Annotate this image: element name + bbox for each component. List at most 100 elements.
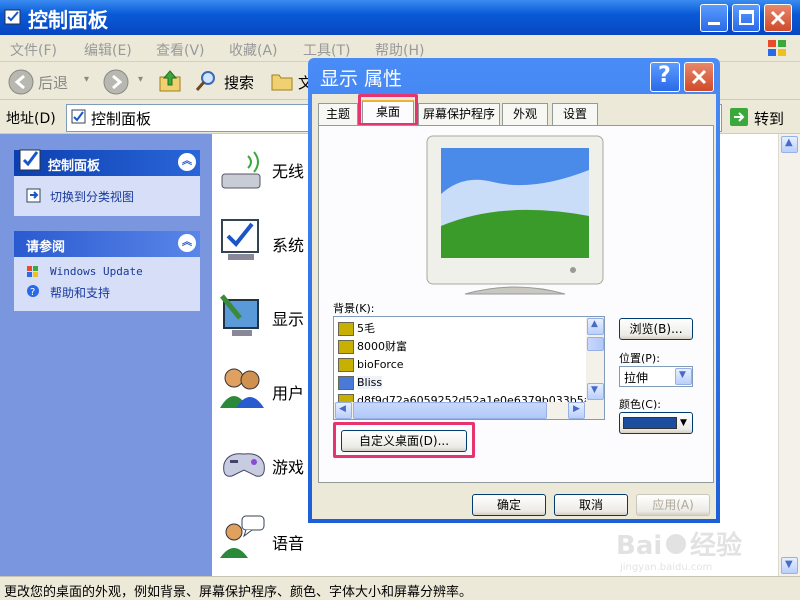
- chevron-down-icon: ▼: [591, 385, 598, 395]
- switch-view-icon: [26, 188, 41, 203]
- menu-tools[interactable]: 工具(T): [303, 40, 350, 60]
- content-item-users[interactable]: 用户: [272, 380, 304, 404]
- monitor-preview: [426, 135, 604, 285]
- chevron-down-icon: ▼: [680, 418, 687, 428]
- search-icon[interactable]: [194, 69, 218, 93]
- chevron-left-icon: ◀: [339, 404, 346, 414]
- display-icon: [220, 294, 259, 336]
- list-scroll-thumb[interactable]: [587, 337, 604, 351]
- list-scroll-left-button[interactable]: ◀: [335, 402, 352, 419]
- list-hscroll-thumb[interactable]: [353, 402, 547, 419]
- tab-themes[interactable]: 主题: [318, 103, 358, 125]
- list-item[interactable]: 8000财富: [338, 338, 407, 355]
- svg-text:Bai: Bai: [616, 531, 662, 561]
- close-icon: [691, 69, 707, 85]
- color-label: 颜色(C):: [619, 398, 661, 411]
- bmp-file-icon: [338, 376, 354, 390]
- windows-update-icon: [27, 266, 38, 277]
- tab-settings[interactable]: 设置: [552, 103, 598, 125]
- list-vertical-scrollbar[interactable]: ▲ ▼: [586, 317, 604, 403]
- switch-to-category-view-link[interactable]: 切换到分类视图: [50, 188, 134, 205]
- jpg-file-icon: [338, 340, 354, 354]
- control-panel-small-icon: [71, 109, 86, 124]
- windows-update-link[interactable]: Windows Update: [50, 265, 143, 278]
- collapse-chevron-icon[interactable]: ︽: [178, 234, 196, 252]
- menu-file[interactable]: 文件(F): [10, 40, 57, 60]
- go-button[interactable]: 转到: [754, 108, 784, 129]
- list-item[interactable]: 5毛: [338, 320, 375, 337]
- control-panel-task-panel: 控制面板 ︽ 切换到分类视图: [14, 149, 200, 216]
- position-dropdown-button[interactable]: ▼: [675, 368, 692, 385]
- ok-button[interactable]: 确定: [472, 494, 546, 516]
- maximize-button[interactable]: [732, 4, 760, 32]
- back-dropdown-icon[interactable]: ▾: [84, 74, 89, 85]
- position-label: 位置(P):: [619, 352, 660, 365]
- menu-edit[interactable]: 编辑(E): [84, 40, 132, 60]
- list-item-label: bioForce: [357, 358, 404, 371]
- list-item-selected[interactable]: Bliss: [338, 374, 383, 391]
- back-icon[interactable]: [8, 69, 34, 95]
- main-vertical-scrollbar[interactable]: ▲ ▼: [778, 134, 800, 576]
- search-button[interactable]: 搜索: [224, 72, 254, 93]
- close-button[interactable]: [764, 4, 792, 32]
- system-icon: [221, 219, 259, 260]
- background-label: 背景(K):: [333, 302, 375, 315]
- menu-view[interactable]: 查看(V): [156, 40, 205, 60]
- menu-help[interactable]: 帮助(H): [375, 40, 424, 60]
- svg-text:jingyan.baidu.com: jingyan.baidu.com: [619, 562, 712, 573]
- tab-appearance[interactable]: 外观: [502, 103, 548, 125]
- back-button[interactable]: 后退: [38, 72, 68, 93]
- go-icon[interactable]: [730, 108, 748, 126]
- content-item-system[interactable]: 系统: [272, 232, 304, 256]
- forward-icon[interactable]: [103, 69, 129, 95]
- content-item-display[interactable]: 显示: [272, 306, 304, 330]
- see-also-title: 请参阅: [26, 240, 66, 255]
- svg-text:经验: 经验: [690, 530, 742, 561]
- dialog-help-button[interactable]: ?: [650, 62, 680, 92]
- menu-favorites[interactable]: 收藏(A): [229, 40, 278, 60]
- cancel-button[interactable]: 取消: [554, 494, 628, 516]
- content-item-speech[interactable]: 语音: [272, 530, 304, 554]
- help-and-support-link[interactable]: 帮助和支持: [50, 284, 110, 301]
- chevron-down-icon: ▼: [679, 370, 686, 380]
- list-item[interactable]: bioForce: [338, 356, 404, 373]
- chevron-up-icon: ▲: [591, 319, 598, 329]
- color-picker-button[interactable]: ▼: [619, 412, 693, 434]
- minimize-icon: [708, 22, 720, 25]
- list-item-label: Bliss: [357, 376, 383, 389]
- list-scroll-up-button[interactable]: ▲: [587, 318, 604, 335]
- list-item-label: 5毛: [357, 322, 375, 335]
- folders-icon[interactable]: [270, 70, 294, 92]
- list-scroll-down-button[interactable]: ▼: [587, 383, 604, 400]
- list-horizontal-scrollbar[interactable]: ◀ ▶: [334, 402, 604, 419]
- forward-dropdown-icon[interactable]: ▾: [138, 74, 143, 85]
- list-scroll-right-button[interactable]: ▶: [568, 402, 585, 419]
- address-value: 控制面板: [91, 110, 152, 128]
- help-icon: ?: [27, 285, 39, 298]
- customize-highlight: [333, 422, 475, 458]
- desktop-tab-panel: 背景(K): 5毛 8000财富 bioForce Bliss d8f9d72a…: [318, 125, 714, 483]
- see-also-panel-header[interactable]: 请参阅 ︽: [14, 231, 200, 257]
- help-question-icon: ?: [658, 63, 671, 88]
- content-item-wireless[interactable]: 无线: [272, 158, 304, 182]
- control-panel-panel-header[interactable]: 控制面板 ︽: [14, 149, 200, 176]
- control-panel-icon: [19, 149, 41, 171]
- scroll-up-button[interactable]: ▲: [781, 136, 798, 153]
- see-also-panel: 请参阅 ︽ Windows Update ? 帮助和支持: [14, 231, 200, 311]
- apply-button[interactable]: 应用(A): [636, 494, 710, 516]
- browse-button[interactable]: 浏览(B)...: [619, 318, 693, 340]
- jpg-file-icon: [338, 322, 354, 336]
- position-select[interactable]: 拉伸 ▼: [619, 366, 693, 387]
- dialog-title: 显示 属性: [320, 68, 403, 90]
- up-folder-icon[interactable]: [158, 69, 182, 93]
- chevron-down-icon: ▼: [785, 559, 793, 570]
- collapse-chevron-icon[interactable]: ︽: [178, 153, 196, 171]
- watermark-logo: Bai 经验 jingyan.baidu.com: [616, 530, 742, 573]
- dialog-close-button[interactable]: [684, 62, 714, 92]
- window-titlebar[interactable]: 控制面板: [0, 0, 800, 35]
- content-item-games[interactable]: 游戏: [272, 454, 304, 478]
- background-list[interactable]: 5毛 8000财富 bioForce Bliss d8f9d72a6059252…: [333, 316, 605, 420]
- close-icon: [770, 10, 786, 26]
- minimize-button[interactable]: [700, 4, 728, 32]
- tab-screensaver[interactable]: 屏幕保护程序: [418, 103, 500, 125]
